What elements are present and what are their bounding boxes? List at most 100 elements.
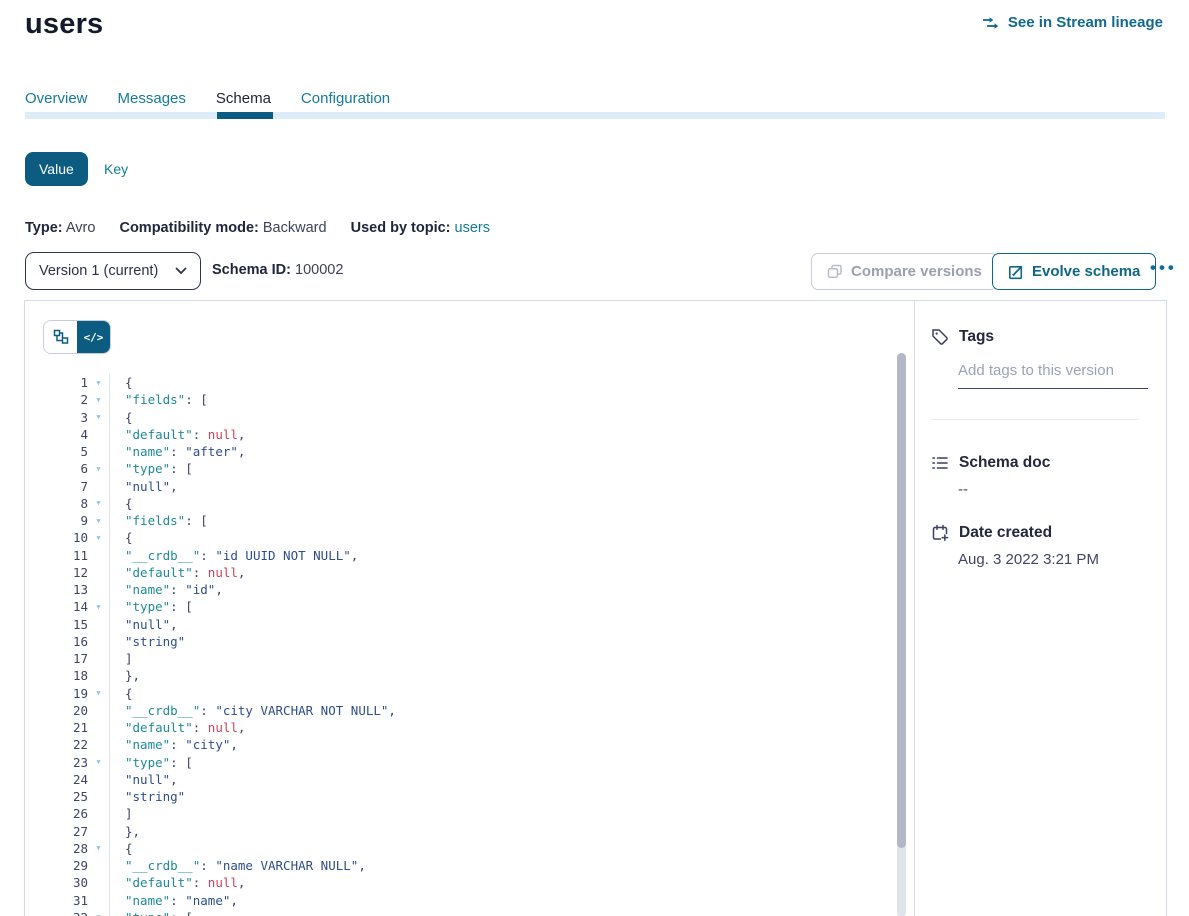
code-line: 4 "default": null, (25, 426, 894, 443)
schema-meta-row: Type: Avro Compatibility mode: Backward … (25, 220, 490, 236)
code-line-text: "string" (109, 788, 894, 805)
collapse-toggle-icon[interactable]: ▼ (88, 534, 109, 542)
code-line-text: "null", (109, 616, 894, 633)
evolve-schema-button[interactable]: Evolve schema (992, 253, 1156, 290)
type-value: Avro (66, 220, 96, 236)
schema-doc-section: Schema doc -- (931, 454, 1148, 498)
list-icon (931, 454, 949, 472)
code-line: 1▼{ (25, 374, 894, 391)
line-number: 12 (25, 565, 88, 580)
value-toggle-button[interactable]: Value (25, 152, 88, 186)
code-line: 17 ] (25, 650, 894, 667)
schema-doc-heading: Schema doc (959, 454, 1050, 472)
version-select[interactable]: Version 1 (current) (25, 252, 201, 290)
lineage-icon (982, 16, 1001, 30)
tags-input[interactable] (958, 362, 1148, 389)
line-number: 6 (25, 461, 88, 476)
code-editor: 1▼{2▼ "fields": [3▼ {4 "default": null,5… (25, 374, 894, 916)
line-number: 3 (25, 410, 88, 425)
tree-view-button[interactable] (44, 321, 77, 353)
code-line: 21 "default": null, (25, 719, 894, 736)
schema-panel: </> 1▼{2▼ "fields": [3▼ {4 "default": nu… (24, 300, 1167, 916)
code-line: 15 "null", (25, 616, 894, 633)
compare-versions-label: Compare versions (851, 263, 982, 280)
code-line-text: { (109, 685, 894, 702)
collapse-toggle-icon[interactable]: ▼ (88, 689, 109, 697)
code-line-text: { (109, 495, 894, 512)
collapse-toggle-icon[interactable]: ▼ (88, 758, 109, 766)
code-line-text: "default": null, (109, 564, 894, 581)
page-title: users (25, 8, 103, 41)
collapse-toggle-icon[interactable]: ▼ (88, 499, 109, 507)
collapse-toggle-icon[interactable]: ▼ (88, 413, 109, 421)
schema-sidebar: Tags Schema doc -- (915, 301, 1166, 916)
scrollbar-thumb[interactable] (897, 353, 906, 848)
code-view-button[interactable]: </> (77, 321, 110, 353)
compare-versions-button[interactable]: Compare versions (811, 253, 998, 290)
code-line: 24 "null", (25, 771, 894, 788)
code-line-text: "__crdb__": "id UUID NOT NULL", (109, 547, 894, 564)
code-line: 13 "name": "id", (25, 581, 894, 598)
key-toggle-button[interactable]: Key (104, 161, 128, 177)
code-line: 6▼ "type": [ (25, 460, 894, 477)
code-line-text: "name": "city", (109, 736, 894, 753)
code-line: 11 "__crdb__": "id UUID NOT NULL", (25, 547, 894, 564)
collapse-toggle-icon[interactable]: ▼ (88, 396, 109, 404)
edit-icon (1008, 264, 1024, 280)
code-line: 26 ] (25, 805, 894, 822)
collapse-toggle-icon[interactable]: ▼ (88, 603, 109, 611)
topic-link[interactable]: users (455, 220, 490, 236)
tab-overview[interactable]: Overview (25, 90, 88, 107)
schema-id-label: Schema ID: (212, 262, 291, 278)
code-line: 28▼ { (25, 840, 894, 857)
collapse-toggle-icon[interactable]: ▼ (88, 465, 109, 473)
code-line-text: "default": null, (109, 719, 894, 736)
collapse-toggle-icon[interactable]: ▼ (88, 844, 109, 852)
code-line: 31 "name": "name", (25, 892, 894, 909)
code-line: 30 "default": null, (25, 874, 894, 891)
line-number: 24 (25, 772, 88, 787)
code-line-text: "default": null, (109, 426, 894, 443)
tab-underline-active (217, 112, 273, 119)
code-line: 12 "default": null, (25, 564, 894, 581)
tree-view-icon (53, 329, 69, 345)
line-number: 18 (25, 668, 88, 683)
line-number: 27 (25, 824, 88, 839)
line-number: 31 (25, 893, 88, 908)
code-line: 8▼ { (25, 495, 894, 512)
tag-icon (931, 328, 949, 346)
schema-page: users See in Stream lineage Overview Mes… (0, 0, 1189, 916)
schema-doc-value: -- (958, 481, 1148, 498)
line-number: 30 (25, 875, 88, 890)
line-number: 14 (25, 599, 88, 614)
compatibility-value: Backward (263, 220, 327, 236)
line-number: 9 (25, 513, 88, 528)
code-line: 27 }, (25, 823, 894, 840)
code-line-text: "default": null, (109, 874, 894, 891)
code-line-text: "__crdb__": "name VARCHAR NULL", (109, 857, 894, 874)
collapse-toggle-icon[interactable]: ▼ (88, 379, 109, 387)
code-line-text: "null", (109, 478, 894, 495)
code-line-text: }, (109, 823, 894, 840)
collapse-toggle-icon[interactable]: ▼ (88, 517, 109, 525)
code-line: 3▼ { (25, 409, 894, 426)
tab-schema[interactable]: Schema (216, 90, 271, 107)
code-line-text: "type": [ (109, 754, 894, 771)
code-line-text: { (109, 374, 894, 391)
more-options-button[interactable]: ••• (1146, 254, 1181, 282)
line-number: 11 (25, 548, 88, 563)
line-number: 2 (25, 392, 88, 407)
view-toggle: </> (43, 320, 111, 354)
code-line-text: "fields": [ (109, 391, 894, 408)
line-number: 23 (25, 755, 88, 770)
code-line: 20 "__crdb__": "city VARCHAR NOT NULL", (25, 702, 894, 719)
code-line-text: "name": "after", (109, 443, 894, 460)
tab-configuration[interactable]: Configuration (301, 90, 390, 107)
code-line: 22 "name": "city", (25, 736, 894, 753)
tab-messages[interactable]: Messages (118, 90, 186, 107)
stream-lineage-link[interactable]: See in Stream lineage (982, 14, 1163, 31)
tags-section: Tags (931, 328, 1148, 420)
code-line: 25 "string" (25, 788, 894, 805)
date-created-value: Aug. 3 2022 3:21 PM (958, 551, 1148, 568)
code-line-text: "name": "name", (109, 892, 894, 909)
